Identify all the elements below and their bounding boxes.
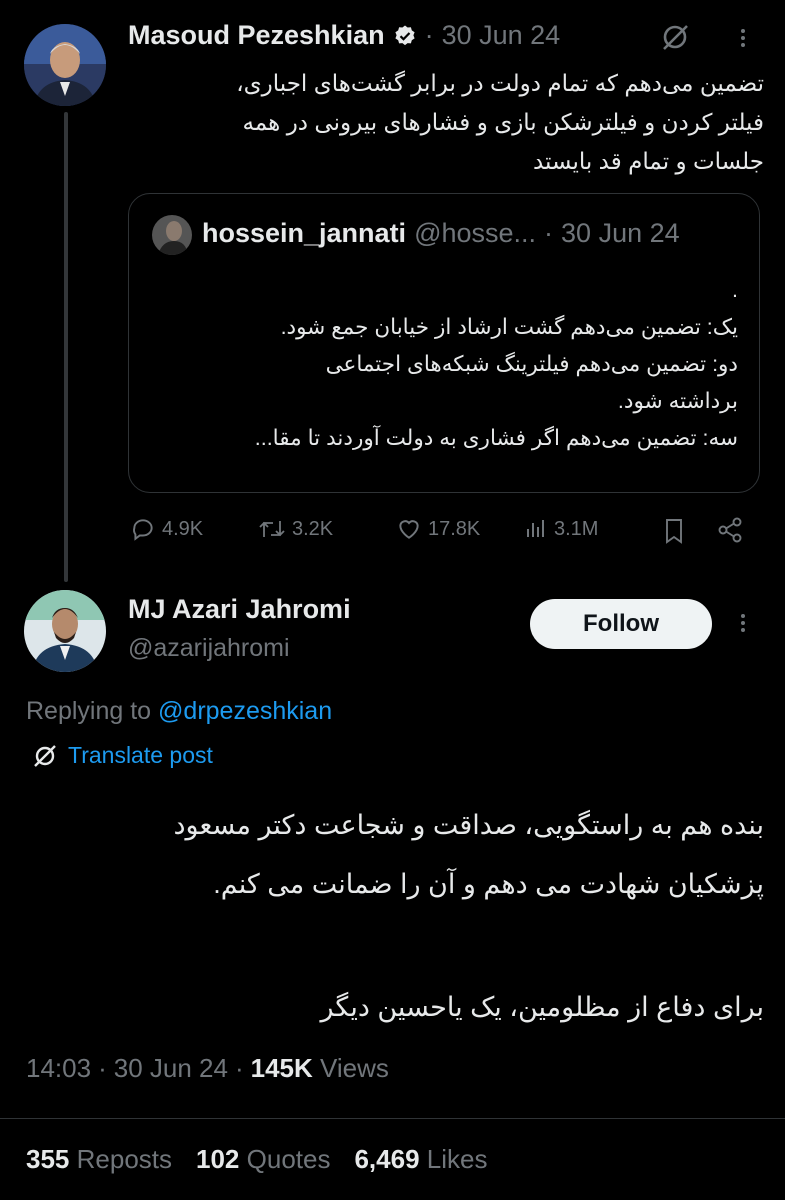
- post-text-line: جلسات و تمام قد بایستد: [532, 148, 764, 174]
- author-name[interactable]: Masoud Pezeshkian: [128, 20, 385, 51]
- quoted-text-line: دو: تضمین می‌دهم فیلترینگ شبکه‌های اجتما…: [325, 352, 738, 376]
- jannati-avatar: [152, 215, 192, 255]
- post-date[interactable]: 30 Jun 24: [114, 1053, 228, 1084]
- heart-icon: [399, 520, 419, 539]
- post-header: Masoud Pezeshkian · 30 Jun 24: [128, 20, 560, 51]
- bookmark-icon[interactable]: [662, 517, 686, 545]
- translate-icon: [34, 744, 56, 767]
- reply-button[interactable]: 4.9K: [130, 516, 203, 542]
- azari-jahromi-avatar[interactable]: [24, 590, 106, 672]
- quoted-text-line: سه: تضمین می‌دهم اگر فشاری به دولت آوردن…: [254, 426, 738, 450]
- reposts-stat[interactable]: 355 Reposts: [26, 1144, 172, 1175]
- quotes-label: Quotes: [246, 1144, 331, 1174]
- replying-to-link[interactable]: @drpezeshkian: [158, 697, 332, 725]
- divider: [0, 1118, 785, 1119]
- translate-label: Translate post: [68, 742, 213, 768]
- replying-to: Replying to @drpezeshkian: [26, 697, 332, 726]
- quoted-date: 30 Jun 24: [561, 218, 680, 248]
- separator: ·: [424, 20, 434, 50]
- likes-label: Likes: [426, 1144, 488, 1174]
- analytics-icon: [527, 520, 544, 537]
- repost-icon: [259, 521, 285, 537]
- repost-count: 3.2K: [292, 517, 334, 540]
- views-count: 3.1M: [554, 517, 599, 540]
- separator: ·: [98, 1053, 107, 1083]
- quoted-handle: @hosse...: [414, 218, 537, 248]
- quoted-text-line: .: [732, 278, 738, 302]
- more-options-icon[interactable]: [741, 29, 745, 47]
- quotes-count: 102: [196, 1144, 240, 1174]
- separator: ·: [234, 1053, 244, 1083]
- follow-button[interactable]: Follow: [530, 599, 712, 649]
- avatar-image: [24, 590, 106, 672]
- reply-text-line: بنده هم به راستگویی، صداقت و شجاعت دکتر …: [173, 810, 764, 840]
- likes-count: 6,469: [354, 1144, 420, 1174]
- repost-button[interactable]: 3.2K: [258, 516, 333, 542]
- quotes-stat[interactable]: 102 Quotes: [196, 1144, 330, 1175]
- reposts-count: 355: [26, 1144, 70, 1174]
- quoted-text: . یک: تضمین می‌دهم گشت ارشاد از خیابان ج…: [150, 272, 738, 457]
- quoted-header: hossein_jannati @hosse... · 30 Jun 24: [202, 218, 680, 249]
- views-label: Views: [320, 1053, 389, 1083]
- more-options-icon[interactable]: [741, 614, 745, 632]
- pezeshkian-avatar[interactable]: [24, 24, 106, 106]
- grok-icon[interactable]: [660, 22, 690, 52]
- avatar-image: [152, 215, 192, 255]
- reply-text: بنده هم به راستگویی، صداقت و شجاعت دکتر …: [20, 796, 764, 914]
- post-text-line: فیلتر کردن و فیلترشکن بازی و فشارهای بیر…: [242, 109, 764, 135]
- views-count: 145K: [250, 1053, 313, 1083]
- quoted-text-line: برداشته شود.: [617, 389, 738, 413]
- post-meta: 14:03 · 30 Jun 24 · 145K Views: [26, 1053, 389, 1084]
- views-button[interactable]: 3.1M: [524, 516, 598, 542]
- avatar-image: [24, 24, 106, 106]
- reply-icon: [133, 519, 153, 541]
- engagement-stats: 355 Reposts 102 Quotes 6,469 Likes: [26, 1144, 487, 1175]
- replying-to-label: Replying to: [26, 697, 152, 725]
- thread-line: [64, 112, 68, 582]
- reply-count: 4.9K: [162, 517, 204, 540]
- reply-text-line: برای دفاع از مظلومین، یک یاحسین دیگر: [320, 992, 764, 1022]
- reply-text-paragraph: برای دفاع از مظلومین، یک یاحسین دیگر: [20, 978, 764, 1037]
- post-date[interactable]: 30 Jun 24: [442, 20, 561, 51]
- share-icon[interactable]: [716, 516, 744, 544]
- likes-stat[interactable]: 6,469 Likes: [354, 1144, 487, 1175]
- quoted-text-line: یک: تضمین می‌دهم گشت ارشاد از خیابان جمع…: [280, 315, 738, 339]
- quoted-author-name: hossein_jannati: [202, 218, 407, 248]
- post-text-line: تضمین می‌دهم که تمام دولت در برابر گشت‌ه…: [236, 70, 764, 96]
- reposts-label: Reposts: [76, 1144, 173, 1174]
- reply-text-line: پزشکیان شهادت می دهم و آن را ضمانت می کن…: [213, 869, 764, 899]
- like-count: 17.8K: [428, 517, 481, 540]
- post-time[interactable]: 14:03: [26, 1053, 91, 1084]
- post-text: تضمین می‌دهم که تمام دولت در برابر گشت‌ه…: [128, 64, 764, 181]
- translate-post-button[interactable]: Translate post: [32, 742, 213, 769]
- like-button[interactable]: 17.8K: [396, 516, 480, 542]
- reply-author-handle[interactable]: @azarijahromi: [128, 634, 290, 663]
- reply-author-name[interactable]: MJ Azari Jahromi: [128, 594, 351, 625]
- verified-badge-icon: [394, 25, 415, 45]
- separator: ·: [544, 218, 554, 248]
